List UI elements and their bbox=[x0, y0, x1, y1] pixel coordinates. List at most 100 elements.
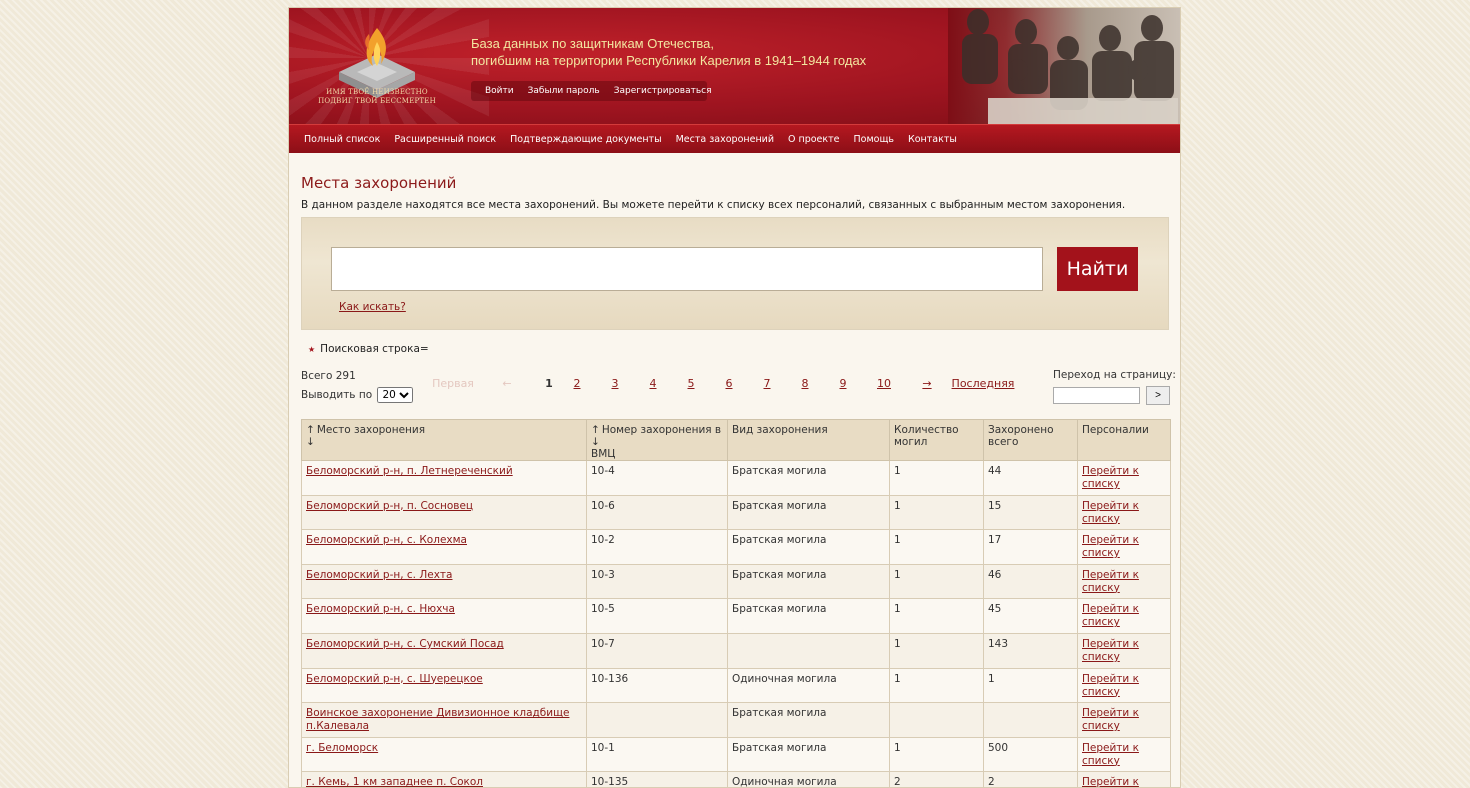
pager-next[interactable]: → bbox=[906, 377, 948, 390]
per-page-label: Выводить по bbox=[301, 389, 373, 401]
nav-help[interactable]: Помощь bbox=[854, 134, 894, 145]
column-header-graves: Количество могил bbox=[889, 419, 984, 461]
cell-buried: 44 bbox=[983, 460, 1078, 496]
query-line: ★ Поисковая строка= bbox=[308, 343, 1169, 355]
burial-place-link[interactable]: Беломорский р-н, с. Нюхча bbox=[306, 603, 455, 615]
nav-about[interactable]: О проекте bbox=[788, 134, 840, 145]
auth-bar: Войти Забыли пароль Зарегистрироваться bbox=[471, 81, 712, 101]
cell-number: 10-6 bbox=[586, 494, 728, 531]
burial-place-link[interactable]: Беломорский р-н, с. Сумский Посад bbox=[306, 638, 504, 650]
table-header-row: ↑ ↓Место захоронения ↑ ↓Номер захоронения … bbox=[301, 419, 1171, 461]
burial-place-link[interactable]: Беломорский р-н, с. Колехма bbox=[306, 534, 467, 546]
page-container: ИМЯ ТВОЁ НЕИЗВЕСТНО ПОДВИГ ТВОЙ БЕССМЕРТ… bbox=[288, 7, 1181, 788]
query-line-text: Поисковая строка= bbox=[320, 343, 429, 355]
cell-place: Беломорский р-н, с. Нюхча bbox=[301, 598, 587, 634]
cell-place: г. Кемь, 1 км западнее п. Сокол bbox=[301, 771, 587, 787]
go-to-list-link[interactable]: Перейти к списку bbox=[1082, 603, 1139, 628]
table-row: г. Кемь, 1 км западнее п. Сокол 10-135 Оди… bbox=[301, 771, 1171, 787]
sort-arrows-icon[interactable]: ↑ ↓ bbox=[591, 424, 600, 448]
cell-type bbox=[727, 632, 890, 669]
burial-place-link[interactable]: Беломорский р-н, п. Сосновец bbox=[306, 500, 473, 512]
site-title: База данных по защитникам Отечества, пог… bbox=[471, 35, 941, 69]
burial-place-link[interactable]: Воинское захоронение Дивизионное кладбищ… bbox=[306, 707, 569, 732]
cell-buried: 17 bbox=[983, 529, 1078, 565]
pager-page-7[interactable]: 7 bbox=[748, 377, 786, 390]
go-to-list-link[interactable]: Перейти к списку bbox=[1082, 707, 1139, 732]
cell-number: 10-7 bbox=[586, 632, 728, 669]
cell-buried: 1 bbox=[983, 667, 1078, 704]
go-to-list-link[interactable]: Перейти к списку bbox=[1082, 500, 1139, 525]
go-to-list-link[interactable]: Перейти к списку bbox=[1082, 638, 1139, 663]
cell-buried: 2 bbox=[983, 771, 1078, 787]
table-row: Беломорский р-н, с. Колехма 10-2 Братская … bbox=[301, 529, 1171, 565]
pager-page-8[interactable]: 8 bbox=[786, 377, 824, 390]
go-to-list-link[interactable]: Перейти к списку bbox=[1082, 742, 1139, 767]
burial-place-link[interactable]: г. Кемь, 1 км западнее п. Сокол bbox=[306, 776, 483, 787]
forgot-password-link[interactable]: Забыли пароль bbox=[528, 86, 600, 96]
cell-number: 10-135 bbox=[586, 771, 728, 787]
site-title-line1: База данных по защитникам Отечества, bbox=[471, 36, 715, 51]
cell-persons: Перейти к списку bbox=[1077, 632, 1171, 669]
table-row: Беломорский р-н, с. Нюхча 10-5 Братская мо… bbox=[301, 598, 1171, 634]
cell-number: 10-3 bbox=[586, 563, 728, 600]
search-button[interactable]: Найти bbox=[1057, 247, 1138, 291]
main-content: Места захоронений В данном разделе наход… bbox=[289, 174, 1180, 787]
burial-place-link[interactable]: Беломорский р-н, с. Шуерецкое bbox=[306, 673, 483, 685]
go-to-list-link[interactable]: Перейти к списку bbox=[1082, 776, 1139, 787]
search-input[interactable] bbox=[331, 247, 1043, 291]
cell-persons: Перейти к списку bbox=[1077, 702, 1171, 738]
column-header-place[interactable]: ↑ ↓Место захоронения bbox=[301, 419, 587, 461]
login-link[interactable]: Войти bbox=[485, 86, 514, 96]
column-header-type: Вид захоронения bbox=[727, 419, 890, 461]
burial-places-table: ↑ ↓Место захоронения ↑ ↓Номер захоронения … bbox=[301, 419, 1171, 787]
cell-type: Братская могила bbox=[727, 702, 890, 738]
cell-type: Одиночная могила bbox=[727, 667, 890, 704]
pager-page-10[interactable]: 10 bbox=[862, 377, 906, 390]
cell-persons: Перейти к списку bbox=[1077, 667, 1171, 704]
cell-buried bbox=[983, 702, 1078, 738]
nav-full-list[interactable]: Полный список bbox=[304, 134, 380, 145]
per-page-select[interactable]: 20 bbox=[377, 387, 414, 403]
cell-persons: Перейти к списку bbox=[1077, 771, 1171, 787]
cell-persons: Перейти к списку bbox=[1077, 563, 1171, 600]
go-to-list-link[interactable]: Перейти к списку bbox=[1082, 465, 1139, 490]
burial-place-link[interactable]: Беломорский р-н, п. Летнереченский bbox=[306, 465, 513, 477]
pager-page-2[interactable]: 2 bbox=[558, 377, 596, 390]
cell-persons: Перейти к списку bbox=[1077, 494, 1171, 531]
pager-page-5[interactable]: 5 bbox=[672, 377, 710, 390]
star-bullet-icon: ★ bbox=[308, 345, 316, 354]
how-to-search-link[interactable]: Как искать? bbox=[339, 301, 406, 313]
goto-page-input[interactable] bbox=[1053, 387, 1140, 404]
column-header-number[interactable]: ↑ ↓Номер захоронения в ВМЦ bbox=[586, 419, 728, 461]
goto-page-button[interactable]: > bbox=[1146, 386, 1170, 405]
nav-advanced-search[interactable]: Расширенный поиск bbox=[394, 134, 496, 145]
cell-persons: Перейти к списку bbox=[1077, 529, 1171, 565]
pager-page-6[interactable]: 6 bbox=[710, 377, 748, 390]
soldiers-photo-image bbox=[962, 9, 1178, 124]
cell-place: Беломорский р-н, с. Колехма bbox=[301, 529, 587, 565]
go-to-list-link[interactable]: Перейти к списку bbox=[1082, 569, 1139, 594]
goto-page-label: Переход на страницу: bbox=[1053, 369, 1176, 381]
burial-place-link[interactable]: г. Беломорск bbox=[306, 742, 378, 754]
nav-burial-places[interactable]: Места захоронений bbox=[676, 134, 774, 145]
register-link[interactable]: Зарегистрироваться bbox=[614, 86, 712, 96]
cell-graves: 1 bbox=[889, 529, 984, 565]
pager-page-9[interactable]: 9 bbox=[824, 377, 862, 390]
cell-type: Братская могила bbox=[727, 529, 890, 565]
go-to-list-link[interactable]: Перейти к списку bbox=[1082, 673, 1139, 698]
go-to-list-link[interactable]: Перейти к списку bbox=[1082, 534, 1139, 559]
nav-contacts[interactable]: Контакты bbox=[908, 134, 957, 145]
cell-type: Братская могила bbox=[727, 460, 890, 496]
cell-buried: 45 bbox=[983, 598, 1078, 634]
cell-graves: 1 bbox=[889, 494, 984, 531]
cell-buried: 15 bbox=[983, 494, 1078, 531]
site-header: ИМЯ ТВОЁ НЕИЗВЕСТНО ПОДВИГ ТВОЙ БЕССМЕРТ… bbox=[289, 8, 1180, 124]
burial-place-link[interactable]: Беломорский р-н, с. Лехта bbox=[306, 569, 452, 581]
column-header-buried: Захоронено всего bbox=[983, 419, 1078, 461]
logo-caption-line2: ПОДВИГ ТВОЙ БЕССМЕРТЕН bbox=[318, 97, 436, 105]
pager-page-3[interactable]: 3 bbox=[596, 377, 634, 390]
sort-arrows-icon[interactable]: ↑ ↓ bbox=[306, 424, 315, 448]
pager-page-4[interactable]: 4 bbox=[634, 377, 672, 390]
pager-last[interactable]: Последняя bbox=[948, 377, 1018, 390]
nav-documents[interactable]: Подтверждающие документы bbox=[510, 134, 661, 145]
